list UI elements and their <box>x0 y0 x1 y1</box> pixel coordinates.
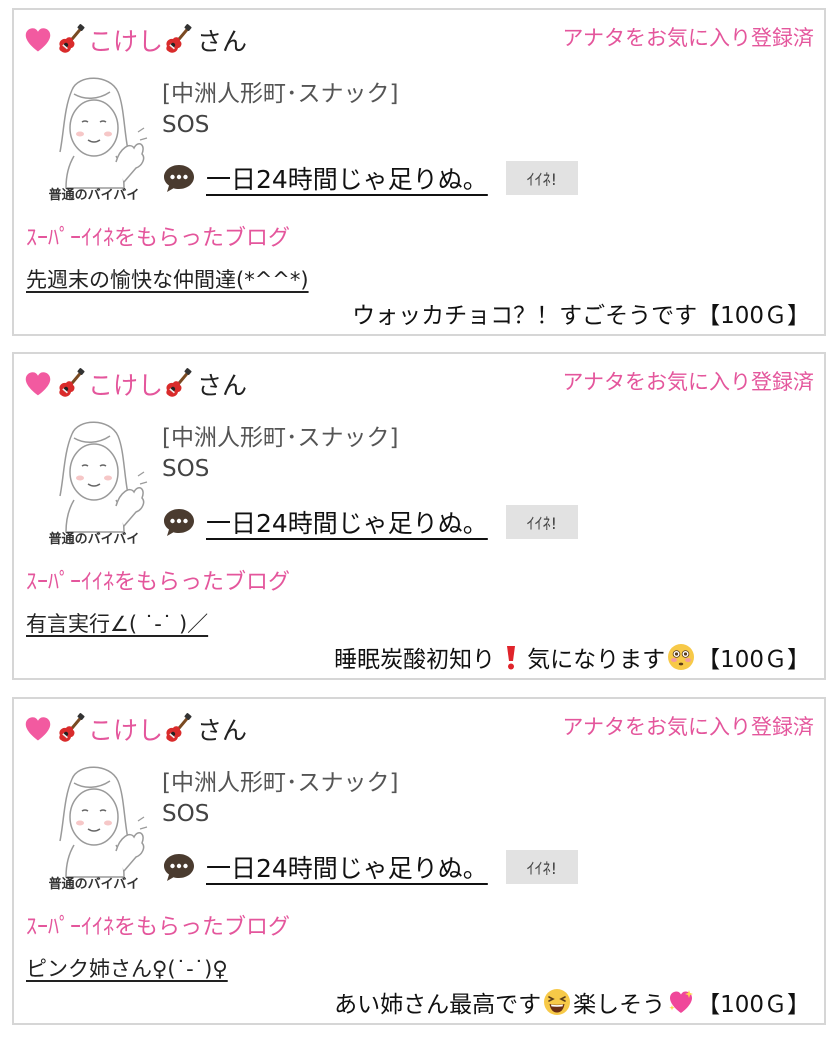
heart-icon <box>24 715 52 743</box>
comment-text: 楽しそう <box>573 992 666 1018</box>
speech-bubble-icon <box>162 850 196 884</box>
super-like-section-title: ｽｰﾊﾟｰｲｲﾈをもらったブログ <box>26 915 291 940</box>
avatar[interactable] <box>38 759 150 889</box>
user-header[interactable]: こけし さん <box>24 20 247 60</box>
guitar-icon <box>56 713 88 745</box>
status-message-link[interactable]: 一日24時間じゃ足りぬ。 <box>206 160 498 196</box>
guitar-icon <box>56 368 88 400</box>
reward: 【100Ｇ】 <box>697 303 810 329</box>
blog-comment: 睡眠炭酸初知り 気になります 【100Ｇ】 <box>334 640 810 674</box>
blog-comment: ウォッカチョコ？！すごそうです 【100Ｇ】 <box>352 296 810 330</box>
speech-bubble-icon <box>162 505 196 539</box>
red-exclamation-icon <box>497 643 525 671</box>
liked-blog-card: こけし さん アナタをお気に入り登録済 普通のバイバイ [中洲人形町･スナック]… <box>12 8 826 336</box>
guitar-icon <box>163 24 195 56</box>
user-honorific: さん <box>197 371 248 400</box>
shop-owner: SOS <box>162 801 210 827</box>
comment-text: 気になります <box>527 647 666 673</box>
liked-blog-card: こけし さん アナタをお気に入り登録済 普通のバイバイ [中洲人形町･スナック]… <box>12 697 826 1025</box>
blog-title-link[interactable]: ピンク姉さん♀(˙-˙)♀ <box>26 953 228 983</box>
flushed-face-icon <box>667 643 695 671</box>
reward: 【100Ｇ】 <box>697 647 810 673</box>
shop-location: [中洲人形町･スナック] <box>162 425 399 451</box>
user-honorific: さん <box>197 27 248 56</box>
shop-owner: SOS <box>162 456 210 482</box>
heart-icon <box>24 370 52 398</box>
favorite-status: アナタをお気に入り登録済 <box>562 26 814 50</box>
status-message-row: 一日24時間じゃ足りぬ。 ｲｲﾈ! <box>162 158 578 198</box>
reward: 【100Ｇ】 <box>697 992 810 1018</box>
user-header[interactable]: こけし さん <box>24 709 247 749</box>
sparkling-heart-icon <box>667 988 695 1016</box>
blog-title-link[interactable]: 有言実行∠( ˙-˙ )／ <box>26 608 208 638</box>
shop-location: [中洲人形町･スナック] <box>162 770 399 796</box>
blog-title-link[interactable]: 先週末の愉快な仲間達(*^^*) <box>26 264 309 294</box>
guitar-icon <box>163 713 195 745</box>
avatar[interactable] <box>38 70 150 200</box>
favorite-status: アナタをお気に入り登録済 <box>562 715 814 739</box>
shop-location: [中洲人形町･スナック] <box>162 81 399 107</box>
laughing-face-icon <box>543 988 571 1016</box>
shop-owner: SOS <box>162 112 210 138</box>
user-name[interactable]: こけし <box>88 711 163 747</box>
comment-text: 睡眠炭酸初知り <box>334 647 496 673</box>
comment-text: ウォッカチョコ？！すごそうです <box>352 303 698 329</box>
heart-icon <box>24 26 52 54</box>
like-button[interactable]: ｲｲﾈ! <box>505 850 578 884</box>
status-message-link[interactable]: 一日24時間じゃ足りぬ。 <box>206 504 498 540</box>
user-name[interactable]: こけし <box>88 22 163 58</box>
speech-bubble-icon <box>162 161 196 195</box>
super-like-section-title: ｽｰﾊﾟｰｲｲﾈをもらったブログ <box>26 570 291 595</box>
blog-comment: あい姉さん最高です 楽しそう 【100Ｇ】 <box>334 985 810 1019</box>
user-honorific: さん <box>197 716 248 745</box>
favorite-status: アナタをお気に入り登録済 <box>562 370 814 394</box>
status-message-row: 一日24時間じゃ足りぬ。 ｲｲﾈ! <box>162 502 578 542</box>
user-header[interactable]: こけし さん <box>24 364 247 404</box>
guitar-icon <box>56 24 88 56</box>
guitar-icon <box>163 368 195 400</box>
avatar[interactable] <box>38 414 150 544</box>
status-message-link[interactable]: 一日24時間じゃ足りぬ。 <box>206 849 498 885</box>
liked-blog-card: こけし さん アナタをお気に入り登録済 普通のバイバイ [中洲人形町･スナック]… <box>12 352 826 680</box>
like-button[interactable]: ｲｲﾈ! <box>505 161 578 195</box>
user-name[interactable]: こけし <box>88 366 163 402</box>
avatar-caption: 普通のバイバイ <box>48 188 140 203</box>
comment-text: あい姉さん最高です <box>334 992 542 1018</box>
avatar-caption: 普通のバイバイ <box>48 532 140 547</box>
status-message-row: 一日24時間じゃ足りぬ。 ｲｲﾈ! <box>162 847 578 887</box>
avatar-caption: 普通のバイバイ <box>48 877 140 892</box>
like-button[interactable]: ｲｲﾈ! <box>505 505 578 539</box>
super-like-section-title: ｽｰﾊﾟｰｲｲﾈをもらったブログ <box>26 226 291 251</box>
